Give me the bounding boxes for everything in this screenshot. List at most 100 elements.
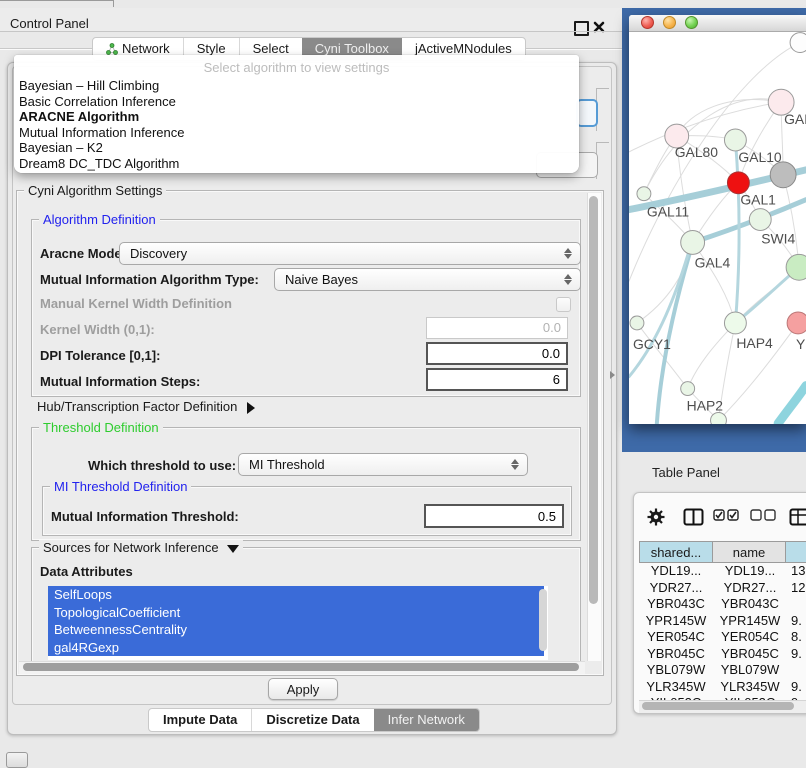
network-node[interactable] [724, 312, 746, 334]
tab-impute-data[interactable]: Impute Data [149, 709, 251, 731]
network-node-label: GCY1 [633, 336, 671, 352]
stepper-up-icon [564, 274, 572, 279]
settings-hscrollbar-thumb[interactable] [23, 663, 579, 671]
network-node[interactable] [711, 412, 727, 424]
mi-steps-label: Mutual Information Steps: [40, 370, 200, 393]
network-node-label: GAL80 [675, 144, 719, 160]
network-node[interactable] [630, 316, 644, 330]
sources-title[interactable]: Sources for Network Inference [39, 540, 243, 555]
control-panel-titlebar: Control Panel [0, 8, 622, 32]
aracne-mode-label: Aracne Mode: [40, 242, 126, 265]
table-cell: 13 [787, 563, 806, 580]
tab-infer-network[interactable]: Infer Network [374, 709, 479, 731]
network-node-label: GAL4 [695, 254, 731, 270]
aracne-mode-select[interactable]: Discovery [119, 242, 581, 265]
dpi-tolerance-field[interactable]: 0.0 [426, 342, 568, 365]
table-cell: YDR27... [639, 580, 713, 597]
data-attribute-item[interactable]: SelfLoops [48, 586, 544, 604]
table-cell: YLR345W [713, 679, 787, 696]
manual-kernel-checkbox[interactable] [556, 297, 571, 312]
hub-definition-toggle[interactable]: Hub/Transcription Factor Definition [37, 399, 255, 414]
table-cell: YBL079W [639, 662, 713, 679]
stepper-down-icon [564, 280, 572, 285]
network-node[interactable] [637, 187, 651, 201]
table-header-col2[interactable] [785, 541, 806, 563]
splitter-arrow-icon[interactable] [610, 371, 615, 379]
network-node[interactable] [724, 129, 746, 151]
mac-minimize-icon[interactable] [663, 16, 676, 29]
data-attribute-item[interactable]: BetweennessCentrality [48, 621, 544, 639]
new-table-icon[interactable] [789, 508, 806, 526]
gear-icon[interactable] [647, 508, 665, 526]
mi-type-value: Naive Bayes [285, 272, 358, 287]
tab-discretize-data[interactable]: Discretize Data [251, 709, 373, 731]
network-window[interactable]: GALGAL80GAL10GAL1GAL11SWI4GAL4GCY1HAP4YH… [629, 15, 806, 424]
network-node[interactable] [727, 172, 749, 194]
network-node-label: SWI4 [761, 230, 795, 246]
float-window-icon[interactable] [574, 21, 589, 36]
algorithm-popup-item[interactable]: ARACNE Algorithm [14, 109, 579, 125]
algorithm-popup-item[interactable]: Basic Correlation Inference [14, 94, 579, 110]
network-edge [735, 140, 739, 323]
which-threshold-select[interactable]: MI Threshold [238, 453, 528, 476]
table-header-name[interactable]: name [712, 541, 786, 563]
network-node[interactable] [790, 33, 806, 53]
algorithm-popup-item[interactable]: Bayesian – Hill Climbing [14, 78, 579, 94]
network-edge [778, 386, 806, 424]
settings-group-title: Cyni Algorithm Settings [24, 183, 166, 198]
apply-button[interactable]: Apply [268, 678, 338, 700]
table-cell: YDR27... [713, 580, 787, 597]
bottom-tab-bar: Impute DataDiscretize DataInfer Network [148, 708, 480, 732]
network-window-titlebar[interactable] [629, 15, 806, 32]
network-node[interactable] [787, 312, 806, 334]
kernel-width-field[interactable]: 0.0 [426, 317, 568, 339]
mi-type-select[interactable]: Naive Bayes [274, 268, 581, 291]
mi-steps-field[interactable]: 6 [426, 368, 568, 391]
list-scrollbar-thumb[interactable] [539, 589, 547, 651]
table-cell: 8. [787, 629, 806, 646]
table-hscrollbar-thumb[interactable] [642, 702, 794, 710]
data-attribute-item[interactable]: gal4RGexp [48, 639, 544, 657]
data-attribute-item[interactable]: TopologicalCoefficient [48, 604, 544, 622]
columns-icon[interactable] [683, 508, 704, 526]
network-node[interactable] [770, 162, 796, 188]
stepper-down-icon [511, 465, 519, 470]
table-row[interactable]: YBR045CYBR045C9. [639, 646, 806, 663]
mac-zoom-icon[interactable] [685, 16, 698, 29]
table-cell: 9. [787, 646, 806, 663]
mac-close-icon[interactable] [641, 16, 654, 29]
network-node-label: Y [796, 336, 805, 352]
mi-threshold-title: MI Threshold Definition [50, 479, 191, 494]
network-node[interactable] [681, 382, 695, 396]
table-row[interactable]: YBL079WYBL079W [639, 662, 806, 679]
network-canvas[interactable]: GALGAL80GAL10GAL1GAL11SWI4GAL4GCY1HAP4YH… [629, 32, 806, 424]
table-cell: YLR345W [639, 679, 713, 696]
table-header-shared[interactable]: shared... [639, 541, 713, 563]
table-cell: YBR045C [713, 646, 787, 663]
table-cell [787, 662, 806, 679]
network-edge [688, 323, 736, 389]
mi-threshold-field[interactable]: 0.5 [424, 504, 564, 528]
network-node[interactable] [681, 230, 705, 254]
manual-kernel-label: Manual Kernel Width Definition [40, 296, 232, 311]
table-row[interactable]: YLR345WYLR345W9. [639, 679, 806, 696]
network-node-label: HAP2 [687, 397, 724, 413]
hub-definition-label: Hub/Transcription Factor Definition [37, 399, 237, 414]
table-row[interactable]: YDL19...YDL19...13 [639, 563, 806, 580]
network-node[interactable] [749, 209, 771, 231]
algorithm-popup-item[interactable]: Mutual Information Inference [14, 125, 579, 141]
table-row[interactable]: YER054CYER054C8. [639, 629, 806, 646]
settings-vscrollbar-thumb[interactable] [589, 196, 598, 604]
algorithm-popup-item[interactable]: Dream8 DC_TDC Algorithm [14, 156, 579, 172]
table-row[interactable]: YDR27...YDR27...12 [639, 580, 806, 597]
algorithm-popup-item[interactable]: Bayesian – K2 [14, 140, 579, 156]
table-row[interactable]: YPR145WYPR145W9. [639, 613, 806, 630]
table-row[interactable]: YBR043CYBR043C [639, 596, 806, 613]
table-cell: YPR145W [639, 613, 713, 630]
network-icon [106, 43, 118, 55]
deselect-all-icon[interactable] [750, 508, 778, 522]
stepper-down-icon [564, 254, 572, 259]
select-all-checks-icon[interactable] [713, 508, 741, 522]
minimized-panel-icon[interactable] [6, 752, 28, 768]
data-attributes-list[interactable]: SelfLoopsTopologicalCoefficientBetweenne… [48, 586, 548, 660]
